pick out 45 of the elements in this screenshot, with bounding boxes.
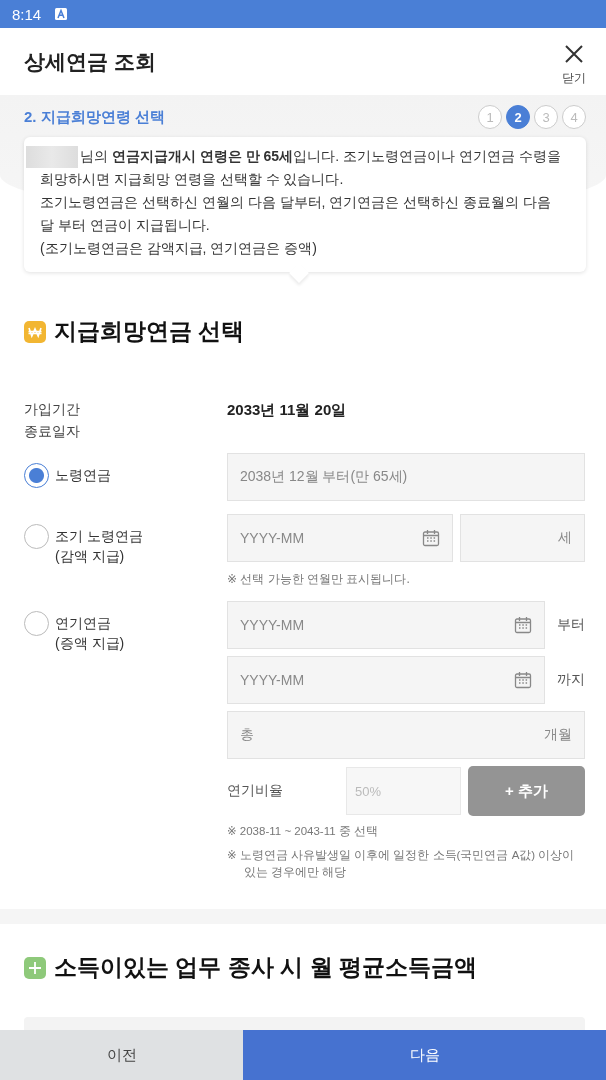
notice-text: (조기노령연금은 감액지급, 연기연금은 증액) xyxy=(40,239,318,259)
won-icon xyxy=(24,320,46,343)
calendar-icon[interactable] xyxy=(422,529,440,547)
field-label: 가입기간 xyxy=(24,401,81,419)
step-title: 2. 지급희망연령 선택 xyxy=(24,107,165,127)
radio-button[interactable] xyxy=(24,463,49,488)
suffix-label: 까지 xyxy=(556,671,585,689)
suffix-label: 부터 xyxy=(556,616,585,634)
plus-icon xyxy=(24,956,46,979)
radio-sublabel: (증액 지급) xyxy=(55,635,125,653)
notice-text: 님의 연금지급개시 연령은 만 65세입니다. 조기노령연금이나 연기연금 수령을 희망하시면 지급희망 연령을 선택할 수 있습니다. xyxy=(40,145,564,192)
date-field[interactable]: YYYY-MM xyxy=(227,514,453,562)
redacted-name xyxy=(26,146,78,169)
calendar-icon[interactable] xyxy=(514,616,532,634)
step-indicator: 3 xyxy=(534,105,558,129)
close-icon xyxy=(564,44,584,64)
end-date-value: 2033년 11월 20일 xyxy=(227,401,348,420)
page-title: 상세연금 조회 xyxy=(24,48,156,75)
notification-icon xyxy=(55,8,68,20)
field-label: 종료일자 xyxy=(24,423,81,441)
notice-text: 조기노령연금은 선택하신 연월의 다음 달부터, 연기연금은 선택하신 종료월의 다음 달 부터 연금이 지급됩니다. xyxy=(40,193,552,236)
radio-label: 노령연금 xyxy=(55,467,111,485)
previous-button[interactable]: 이전 xyxy=(0,1030,243,1080)
section-title: 지급희망연금 선택 xyxy=(54,317,245,346)
date-field[interactable]: YYYY-MM xyxy=(227,656,545,704)
status-time: 8:14 xyxy=(12,5,42,23)
step-indicator: 4 xyxy=(562,105,586,129)
step-indicator: 2 xyxy=(506,105,530,129)
note-text: ※ 선택 가능한 연월만 표시됩니다. xyxy=(227,571,411,588)
date-field[interactable]: YYYY-MM xyxy=(227,601,545,649)
next-button[interactable]: 다음 xyxy=(243,1030,606,1080)
ratio-field[interactable]: 50% xyxy=(346,767,461,815)
section-title: 소득이있는 업무 종사 시 월 평균소득금액 xyxy=(54,953,477,982)
ratio-label: 연기비율 xyxy=(227,782,284,800)
note-text: ※ 노령연금 사유발생일 이후에 일정한 소득(국민연금 A값) 이상이 있는 경우에만 해당 xyxy=(227,848,576,880)
step-indicator: 1 xyxy=(478,105,502,129)
radio-label: 연기연금 xyxy=(55,615,112,633)
radio-sublabel: (감액 지급) xyxy=(55,548,126,566)
close-button[interactable]: 닫기 xyxy=(562,44,586,87)
radio-label: 조기 노령연금 xyxy=(55,528,143,546)
age-field: 2038년 12월 부터(만 65세) xyxy=(227,453,585,501)
months-field[interactable]: 총 개월 xyxy=(227,711,585,759)
age-field[interactable]: 세 xyxy=(460,514,585,562)
note-text: ※ 2038-11 ~ 2043-11 중 선택 xyxy=(227,824,380,839)
calendar-icon[interactable] xyxy=(514,671,532,689)
